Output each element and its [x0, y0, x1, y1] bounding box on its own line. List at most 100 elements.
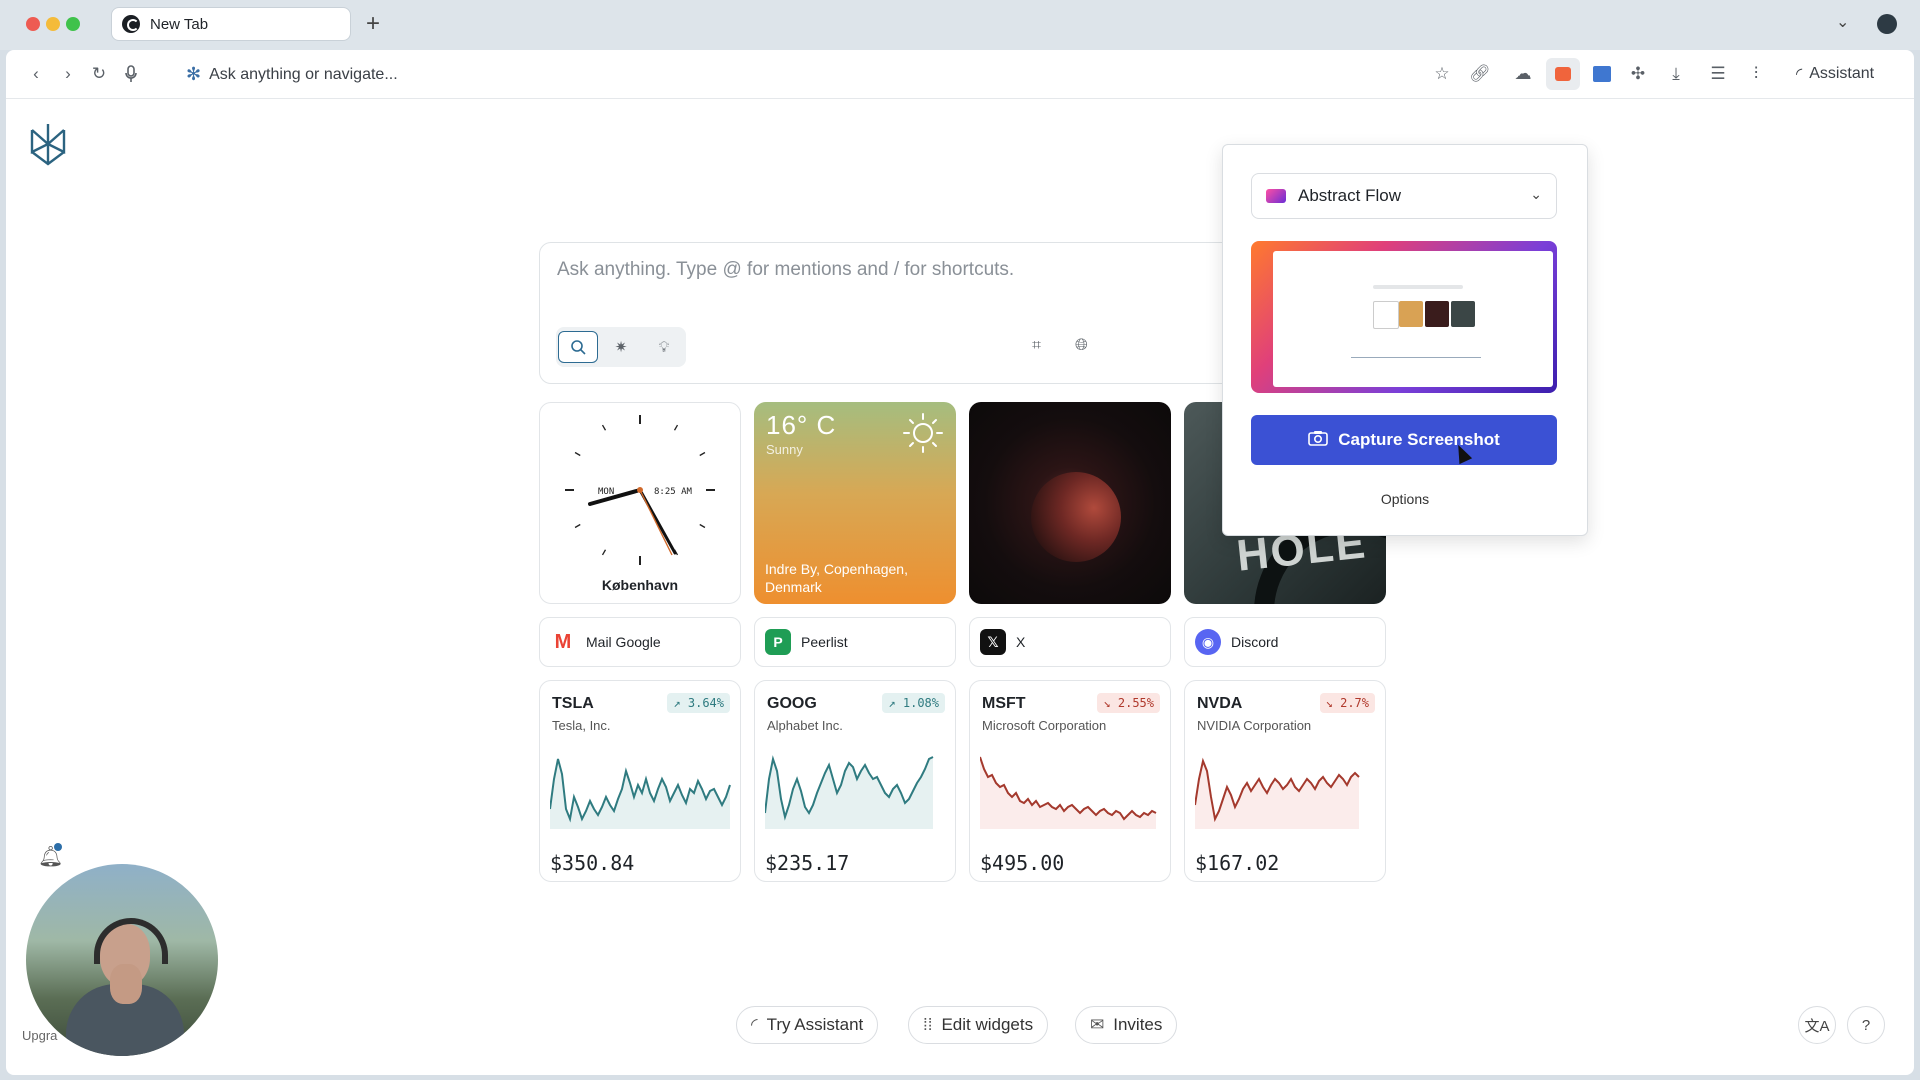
invites-button[interactable]: ✉ Invites: [1075, 1006, 1178, 1044]
link-label: Mail Google: [586, 634, 661, 650]
stock-symbol: MSFT: [982, 695, 1026, 712]
stock-change: ↘ 2.55%: [1097, 693, 1160, 713]
labs-mode-icon[interactable]: 💡︎: [644, 331, 684, 363]
copy-link-icon[interactable]: 🔗︎: [1468, 62, 1492, 86]
stock-symbol: NVDA: [1197, 695, 1243, 712]
stock-company: NVIDIA Corporation: [1197, 718, 1312, 733]
address-bar[interactable]: ✻ Ask anything or navigate...: [186, 64, 398, 85]
menu-lines-icon[interactable]: ☰: [1706, 62, 1730, 86]
clock-tick: [574, 451, 581, 457]
stock-price: $350.84: [550, 851, 635, 875]
translate-icon[interactable]: 文A: [1798, 1006, 1836, 1044]
capture-screenshot-button[interactable]: Capture Screenshot: [1251, 415, 1557, 465]
bookmark-star-icon[interactable]: ☆: [1430, 62, 1454, 86]
link-label: X: [1016, 634, 1026, 650]
upgrade-link[interactable]: Upgra: [22, 1028, 57, 1043]
help-icon[interactable]: ?: [1847, 1006, 1885, 1044]
weather-location: Indre By, Copenhagen, Denmark: [765, 561, 908, 595]
browser-window: ‹ › ↻ ✻ Ask anything or navigate... ☆ 🔗︎…: [6, 50, 1914, 1075]
stock-price: $495.00: [980, 851, 1065, 875]
link-peerlist[interactable]: P Peerlist: [754, 617, 956, 667]
stock-card[interactable]: NVDA NVIDIA Corporation ↘ 2.7% $167.02: [1184, 680, 1386, 882]
tab-title: New Tab: [150, 15, 209, 33]
forward-icon[interactable]: ›: [56, 62, 80, 86]
stock-price: $167.02: [1195, 851, 1280, 875]
camera-icon: [1308, 430, 1329, 451]
assistant-icon: ◜: [751, 1015, 758, 1034]
link-x[interactable]: 𝕏 X: [969, 617, 1171, 667]
search-mode-icon[interactable]: [558, 331, 598, 363]
link-label: Peerlist: [801, 634, 848, 650]
link-mail-google[interactable]: M Mail Google: [539, 617, 741, 667]
close-window-button[interactable]: [26, 17, 40, 31]
stock-card[interactable]: MSFT Microsoft Corporation ↘ 2.55% $495.…: [969, 680, 1171, 882]
globe-icon[interactable]: 🌐︎: [1075, 337, 1088, 355]
tab-list-chevron-icon[interactable]: ⌄: [1836, 12, 1849, 32]
research-mode-icon[interactable]: ✷: [601, 331, 641, 363]
back-icon[interactable]: ‹: [24, 62, 48, 86]
extensions-puzzle-icon[interactable]: ✣: [1626, 62, 1650, 86]
minimize-window-button[interactable]: [46, 17, 60, 31]
model-chip-icon[interactable]: ⌗: [1032, 337, 1041, 355]
notification-dot: [54, 843, 62, 851]
theme-dropdown[interactable]: Abstract Flow ⌄: [1251, 173, 1557, 219]
assistant-label: Assistant: [1809, 65, 1875, 82]
person-hand: [110, 964, 142, 1004]
stock-symbol: GOOG: [767, 695, 817, 712]
microphone-icon[interactable]: [119, 62, 143, 86]
tab-new-tab[interactable]: New Tab: [111, 7, 351, 41]
grid-dots-icon: ⁞⁞: [923, 1015, 933, 1034]
sun-icon: [903, 413, 943, 453]
planet-image: [1031, 472, 1121, 562]
options-link[interactable]: Options: [1223, 491, 1587, 507]
clock-tick: [574, 523, 581, 529]
link-discord[interactable]: ◉ Discord: [1184, 617, 1386, 667]
try-assistant-label: Try Assistant: [766, 1015, 864, 1034]
webcam-overlay: [26, 864, 218, 1056]
clock-tick: [699, 523, 706, 529]
stock-card[interactable]: TSLA Tesla, Inc. ↗ 3.64% $350.84: [539, 680, 741, 882]
chevron-down-icon: ⌄: [1530, 186, 1542, 202]
clock-second-hand: [639, 489, 673, 556]
try-assistant-button[interactable]: ◜ Try Assistant: [736, 1006, 879, 1044]
address-placeholder: Ask anything or navigate...: [209, 65, 398, 83]
clock-day: MON: [598, 487, 614, 497]
clock-tick: [601, 424, 607, 431]
gmail-icon: M: [550, 629, 576, 655]
search-placeholder: Ask anything. Type @ for mentions and / …: [557, 259, 1015, 280]
peerlist-icon: P: [765, 629, 791, 655]
stock-sparkline: [980, 756, 1157, 829]
stock-change: ↗ 1.08%: [882, 693, 945, 713]
stock-change: ↘ 2.7%: [1319, 693, 1375, 713]
perplexity-logo[interactable]: [28, 122, 68, 166]
zoom-window-button[interactable]: [66, 17, 80, 31]
new-tab-button[interactable]: +: [366, 10, 380, 38]
reload-icon[interactable]: ↻: [87, 62, 111, 86]
toolbar: ‹ › ↻ ✻ Ask anything or navigate... ☆ 🔗︎…: [6, 50, 1914, 99]
stock-card[interactable]: GOOG Alphabet Inc. ↗ 1.08% $235.17: [754, 680, 956, 882]
clock-widget[interactable]: MON 8:25 AM København: [539, 402, 741, 604]
stock-price: $235.17: [765, 851, 850, 875]
profile-avatar[interactable]: [1877, 14, 1897, 34]
edit-widgets-button[interactable]: ⁞⁞ Edit widgets: [908, 1006, 1049, 1044]
clock-tick: [673, 424, 679, 431]
photo-widget-planet[interactable]: [969, 402, 1171, 604]
screenshot-extension-popup: Abstract Flow ⌄ Capture Screenshot Optio…: [1222, 144, 1588, 536]
capture-screenshot-label: Capture Screenshot: [1338, 430, 1500, 449]
clock-tick: [601, 549, 607, 556]
reader-extension-icon[interactable]: [1593, 66, 1611, 82]
theme-dropdown-value: Abstract Flow: [1298, 186, 1401, 205]
clock-city: København: [601, 577, 679, 593]
tab-bar: New Tab + ⌄: [0, 0, 1920, 50]
download-icon[interactable]: ⤓: [1664, 62, 1688, 86]
screenshot-preview: [1251, 241, 1557, 393]
stock-sparkline: [1195, 757, 1360, 829]
audio-wave-icon[interactable]: ⫶: [1744, 62, 1768, 86]
weather-widget[interactable]: 16° C Sunny Indre By, Copenhagen, Denmar…: [754, 402, 956, 604]
mail-icon: ✉: [1090, 1015, 1105, 1034]
stock-company: Tesla, Inc.: [552, 718, 611, 733]
assistant-button[interactable]: ◜ Assistant: [1796, 64, 1874, 84]
invites-label: Invites: [1113, 1015, 1163, 1034]
theme-swatch-icon: [1266, 189, 1286, 203]
cloud-icon[interactable]: ☁︎: [1511, 62, 1535, 86]
